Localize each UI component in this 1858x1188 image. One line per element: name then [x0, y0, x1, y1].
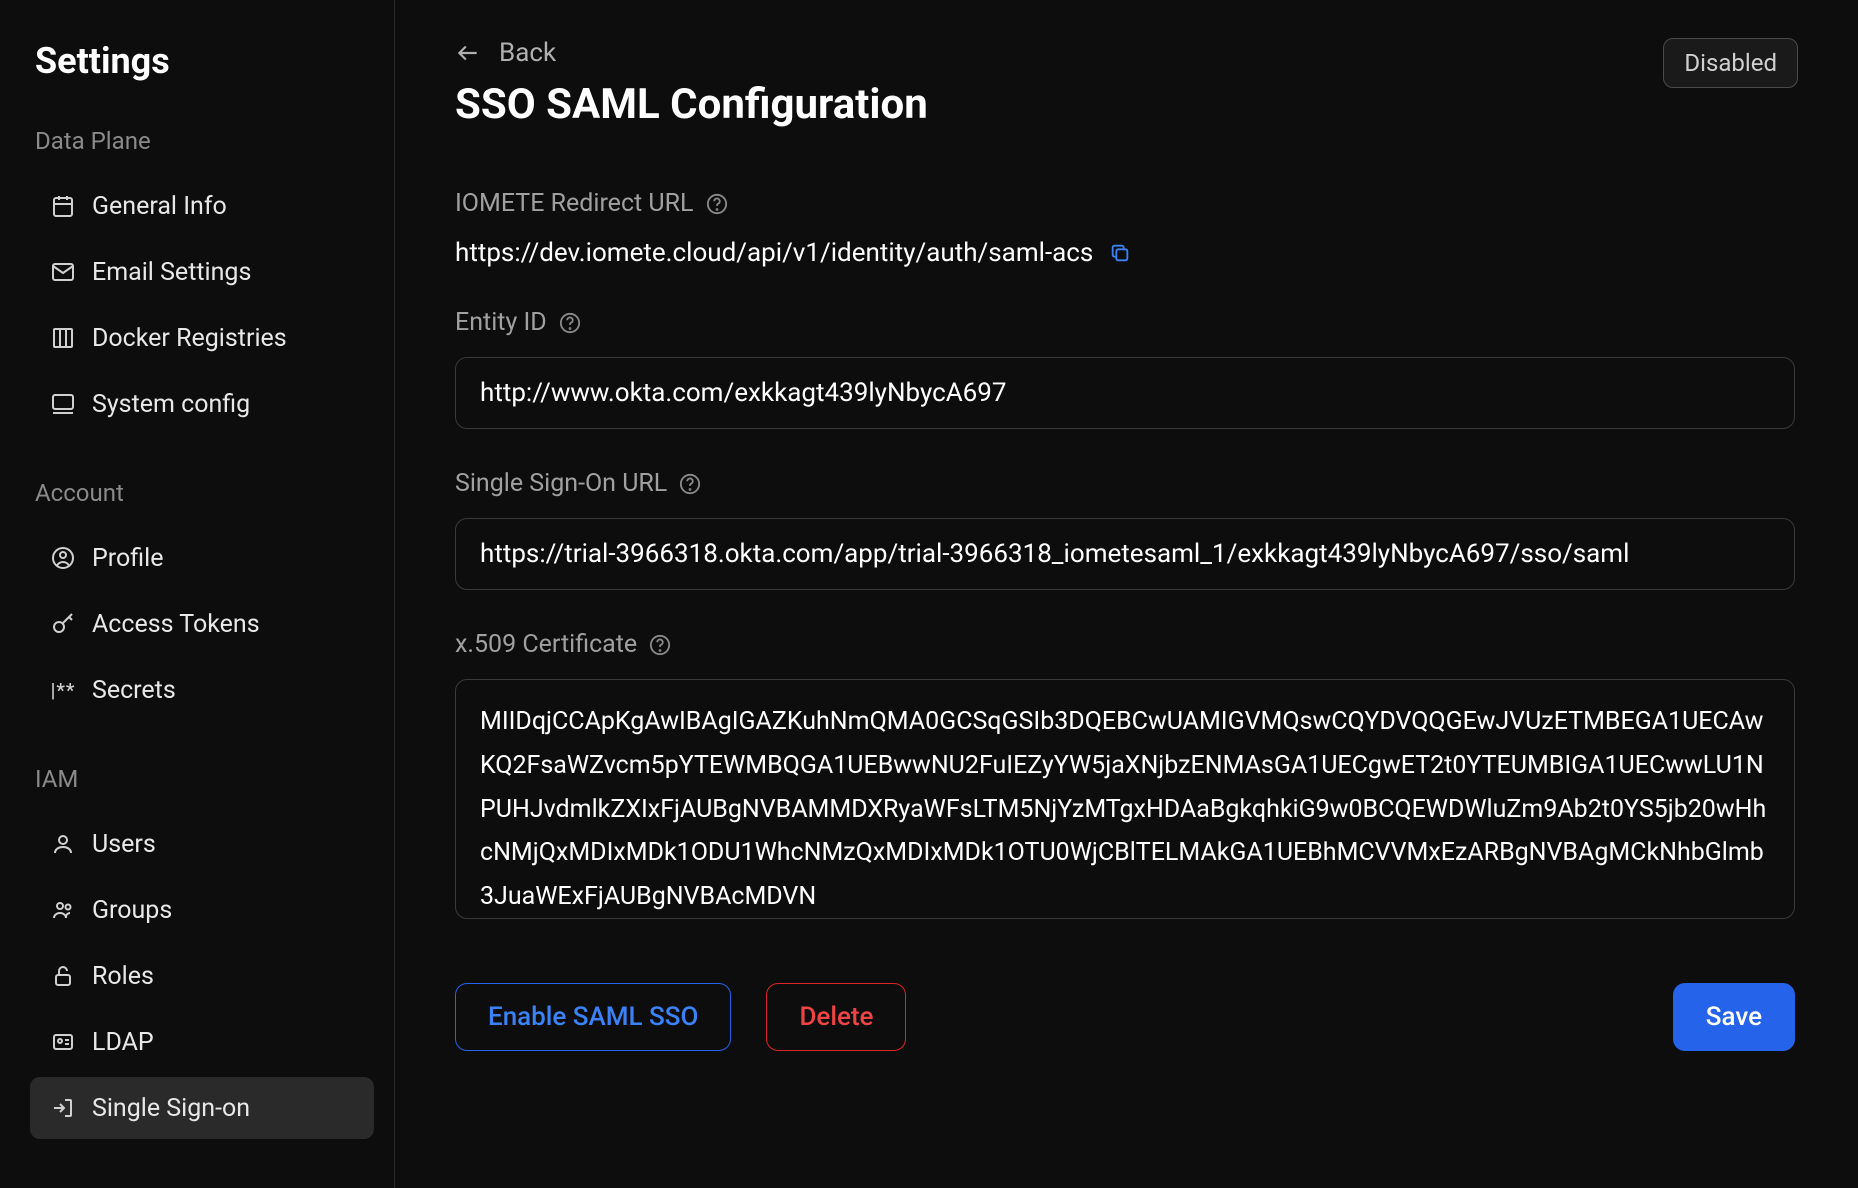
- sidebar-item-label: Roles: [92, 962, 154, 991]
- sidebar-item-roles[interactable]: Roles: [30, 945, 374, 1007]
- delete-button[interactable]: Delete: [766, 983, 906, 1051]
- section-label-data-plane: Data Plane: [30, 127, 374, 155]
- field-certificate: x.509 Certificate: [455, 630, 1798, 923]
- sidebar-item-label: Groups: [92, 896, 172, 925]
- sidebar: Settings Data Plane General Info Email S…: [0, 0, 395, 1188]
- login-icon: [48, 1093, 78, 1123]
- sidebar-item-label: General Info: [92, 192, 227, 221]
- redirect-url-value: https://dev.iomete.cloud/api/v1/identity…: [455, 238, 1093, 268]
- monitor-icon: [48, 389, 78, 419]
- help-icon[interactable]: [679, 473, 701, 495]
- section-label-iam: IAM: [30, 765, 374, 793]
- unlock-icon: [48, 961, 78, 991]
- certificate-label: x.509 Certificate: [455, 630, 637, 659]
- main-content: Back SSO SAML Configuration Disabled IOM…: [395, 0, 1858, 1188]
- sidebar-item-ldap[interactable]: LDAP: [30, 1011, 374, 1073]
- sidebar-item-system-config[interactable]: System config: [30, 373, 374, 435]
- users-icon: [48, 895, 78, 925]
- entity-id-input[interactable]: [455, 357, 1795, 429]
- secrets-icon: |**: [48, 675, 78, 705]
- sidebar-item-email-settings[interactable]: Email Settings: [30, 241, 374, 303]
- sidebar-item-label: Email Settings: [92, 258, 251, 287]
- back-button[interactable]: Back: [455, 38, 556, 68]
- sso-url-input[interactable]: [455, 518, 1795, 590]
- page-title: SSO SAML Configuration: [455, 80, 928, 129]
- sidebar-item-label: Secrets: [92, 676, 176, 705]
- button-row: Enable SAML SSO Delete Save: [455, 983, 1795, 1051]
- redirect-url-label: IOMETE Redirect URL: [455, 189, 694, 218]
- columns-icon: [48, 323, 78, 353]
- sidebar-item-single-sign-on[interactable]: Single Sign-on: [30, 1077, 374, 1139]
- sidebar-item-docker-registries[interactable]: Docker Registries: [30, 307, 374, 369]
- sidebar-item-groups[interactable]: Groups: [30, 879, 374, 941]
- arrow-left-icon: [455, 40, 481, 66]
- sidebar-item-label: Users: [92, 830, 156, 859]
- sidebar-item-label: Docker Registries: [92, 324, 287, 353]
- user-circle-icon: [48, 543, 78, 573]
- help-icon[interactable]: [706, 193, 728, 215]
- back-label: Back: [499, 38, 556, 68]
- sidebar-item-profile[interactable]: Profile: [30, 527, 374, 589]
- help-icon[interactable]: [649, 634, 671, 656]
- sidebar-item-general-info[interactable]: General Info: [30, 175, 374, 237]
- help-icon[interactable]: [559, 312, 581, 334]
- sidebar-title: Settings: [30, 40, 374, 82]
- user-icon: [48, 829, 78, 859]
- sidebar-item-users[interactable]: Users: [30, 813, 374, 875]
- sidebar-item-label: LDAP: [92, 1028, 154, 1057]
- sidebar-item-secrets[interactable]: |** Secrets: [30, 659, 374, 721]
- sidebar-item-label: Profile: [92, 544, 163, 573]
- copy-button[interactable]: [1109, 242, 1131, 264]
- entity-id-label: Entity ID: [455, 308, 547, 337]
- sso-url-label: Single Sign-On URL: [455, 469, 667, 498]
- section-label-account: Account: [30, 479, 374, 507]
- field-entity-id: Entity ID: [455, 308, 1798, 429]
- enable-saml-button[interactable]: Enable SAML SSO: [455, 983, 731, 1051]
- key-icon: [48, 609, 78, 639]
- sidebar-item-label: System config: [92, 390, 250, 419]
- field-sso-url: Single Sign-On URL: [455, 469, 1798, 590]
- mail-icon: [48, 257, 78, 287]
- certificate-input[interactable]: [455, 679, 1795, 919]
- calendar-icon: [48, 191, 78, 221]
- save-button[interactable]: Save: [1673, 983, 1795, 1051]
- sidebar-item-access-tokens[interactable]: Access Tokens: [30, 593, 374, 655]
- id-card-icon: [48, 1027, 78, 1057]
- status-badge: Disabled: [1663, 38, 1798, 88]
- sidebar-item-label: Access Tokens: [92, 610, 260, 639]
- sidebar-item-label: Single Sign-on: [92, 1094, 250, 1123]
- field-redirect-url: IOMETE Redirect URL https://dev.iomete.c…: [455, 189, 1798, 268]
